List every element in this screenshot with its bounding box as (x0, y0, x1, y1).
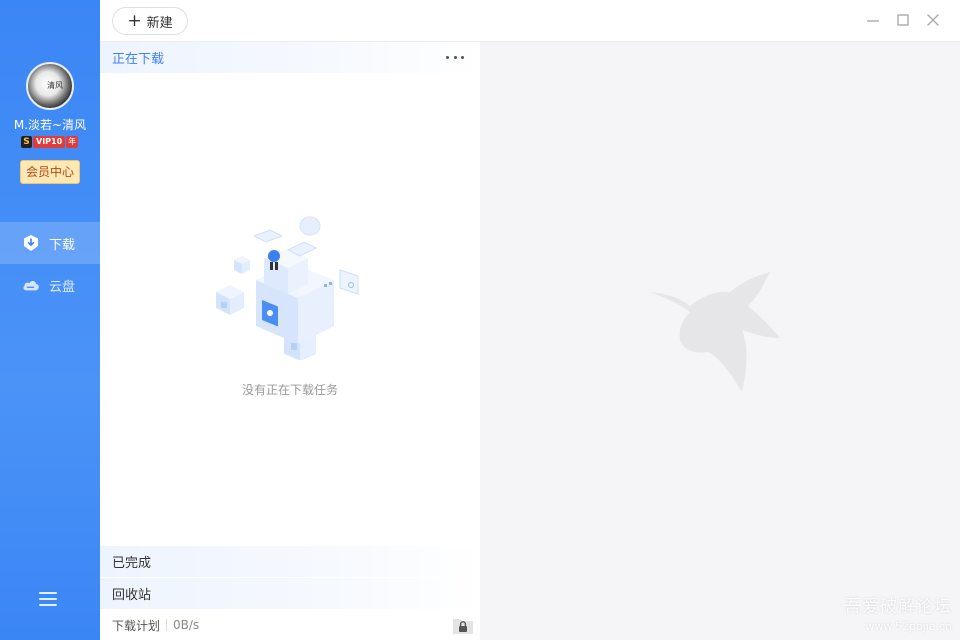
task-detail-area: 吾爱破解论坛 www.52pojie.cn (480, 42, 960, 640)
status-footer: 下载计划 0B/s (100, 610, 480, 640)
vip-badge-row: S VIP10 年 (21, 135, 79, 149)
download-shield-icon (22, 234, 40, 252)
more-options-icon[interactable] (446, 51, 464, 63)
recycle-label: 回收站 (112, 588, 152, 603)
member-center-button[interactable]: 会员中心 (20, 160, 80, 184)
hamburger-menu-icon[interactable] (39, 592, 57, 608)
vip-year-badge: 年 (66, 136, 79, 148)
forum-watermark: 吾爱破解论坛 www.52pojie.cn (840, 592, 952, 633)
watermark-title: 吾爱破解论坛 (844, 597, 952, 617)
maximize-icon[interactable] (894, 11, 912, 29)
hummingbird-logo-icon (650, 272, 780, 392)
footer-divider (166, 619, 168, 631)
watermark-url: www.52pojie.cn (865, 620, 952, 633)
username: M.淡若~清风 (13, 118, 87, 132)
completed-label: 已完成 (112, 556, 152, 571)
avatar[interactable]: 清风 (26, 62, 74, 110)
nav-item-download[interactable]: 下载 (0, 222, 100, 264)
new-task-button[interactable]: + 新建 (112, 7, 188, 35)
cloud-icon (22, 276, 40, 294)
download-speed: 0B/s (173, 618, 200, 632)
sidebar: 清风 M.淡若~清风 S VIP10 年 会员中心 下载 云盘 (0, 0, 100, 640)
minimize-icon[interactable] (864, 11, 882, 29)
tab-completed[interactable]: 已完成 (100, 546, 480, 577)
top-bar: + 新建 (100, 0, 960, 42)
nav-label-download: 下载 (49, 237, 76, 253)
empty-state-illustration (216, 216, 359, 360)
tab-downloading[interactable]: 正在下载 (100, 42, 480, 73)
close-icon[interactable] (924, 11, 942, 29)
avatar-seal-icon: 清风 (47, 81, 63, 90)
nav-item-cloud[interactable]: 云盘 (0, 264, 100, 306)
tab-recycle-bin[interactable]: 回收站 (100, 578, 480, 609)
vip-level-badge: VIP10 (33, 136, 66, 148)
empty-state-message: 没有正在下载任务 (241, 383, 338, 397)
nav-label-cloud: 云盘 (49, 279, 76, 295)
download-plan-link[interactable]: 下载计划 (112, 617, 160, 634)
super-vip-icon: S (21, 136, 32, 148)
lock-icon[interactable] (452, 616, 474, 635)
downloading-label: 正在下载 (112, 52, 165, 67)
new-task-label: 新建 (146, 15, 173, 31)
plus-icon: + (127, 10, 142, 31)
task-panel: 正在下载 没有正在下载任务 已完成 回收站 下载计划 0B/s (100, 42, 480, 640)
